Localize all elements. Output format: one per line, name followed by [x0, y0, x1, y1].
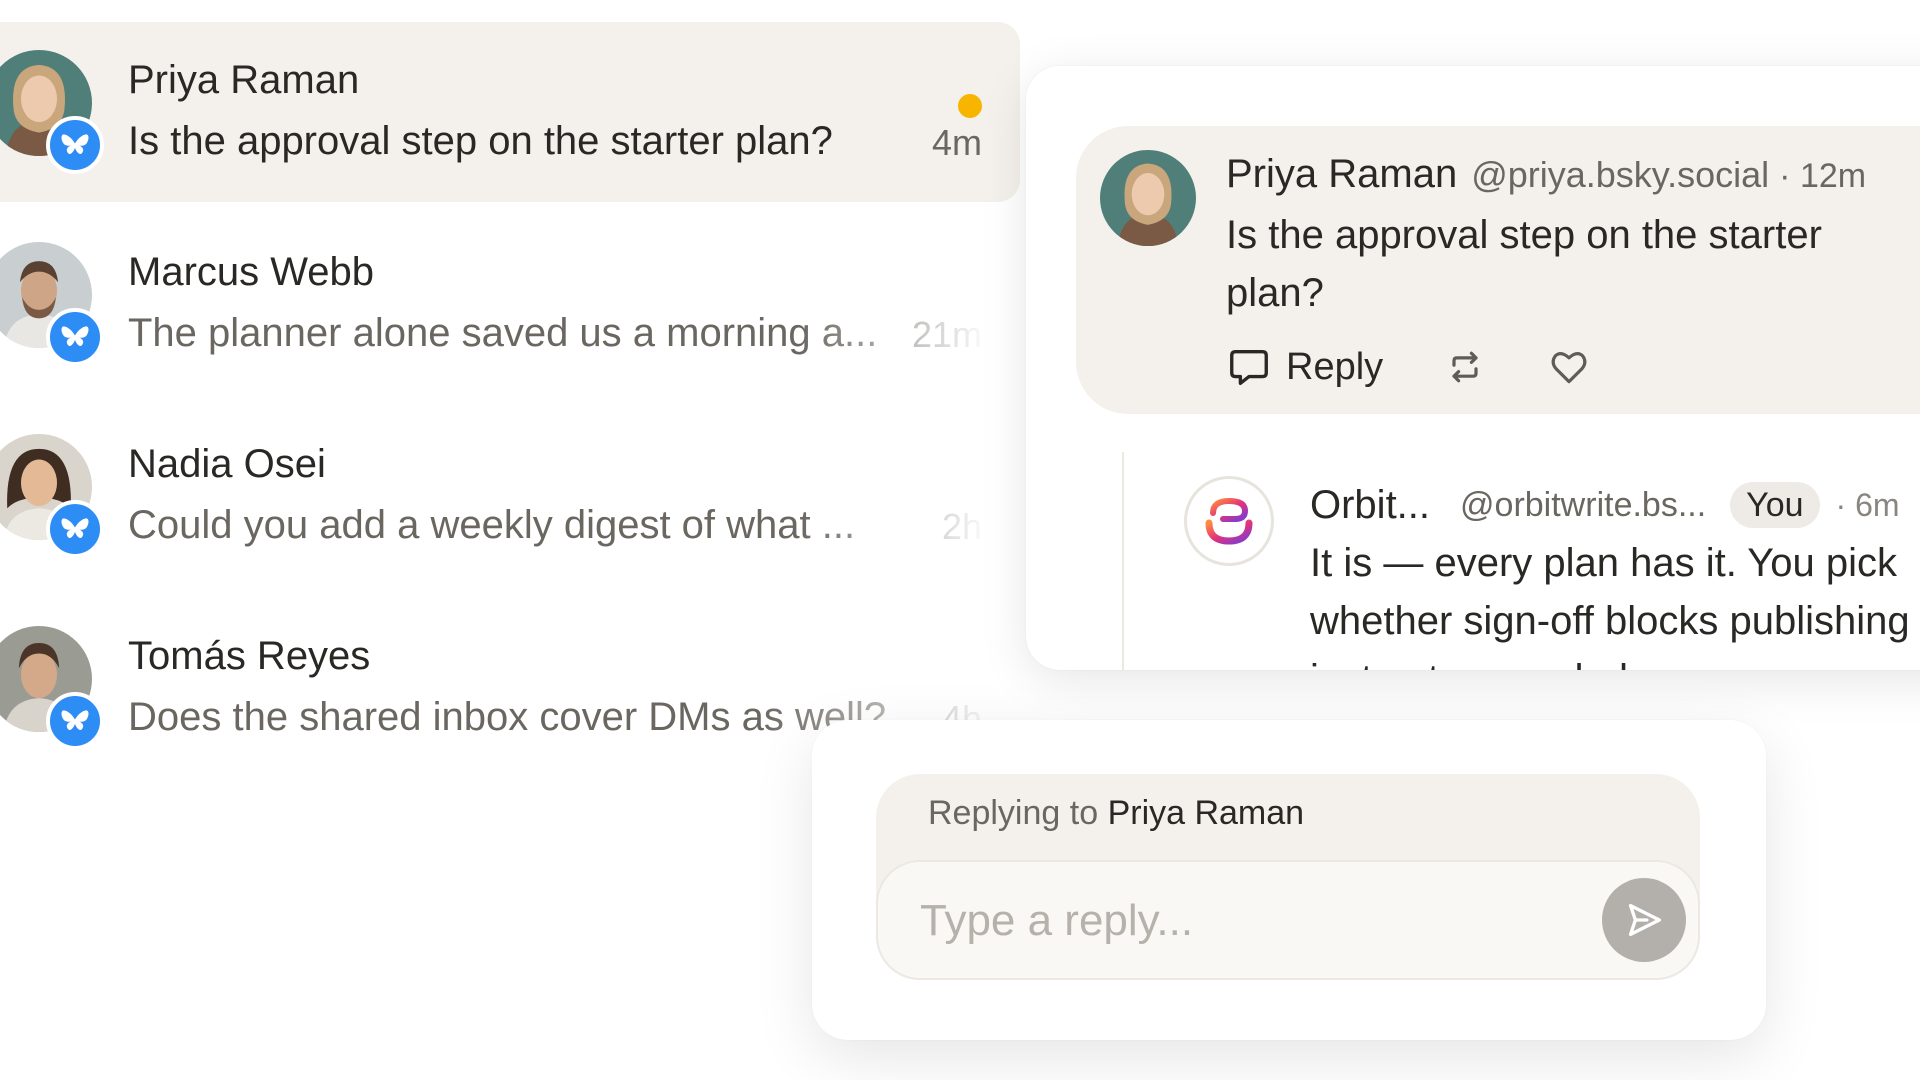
conversation-preview: Is the approval step on the starter plan… [128, 119, 833, 163]
reply-author-name[interactable]: Orbit... [1310, 483, 1430, 528]
composer-body: Replying to Priya Raman [876, 774, 1700, 980]
conversation-item-nadia-osei[interactable]: Nadia Osei Could you add a weekly digest… [0, 406, 1020, 586]
conversation-name: Tomás Reyes [128, 634, 371, 678]
bluesky-badge [46, 116, 104, 174]
unread-indicator [958, 94, 982, 118]
send-arrow-icon [1628, 903, 1662, 937]
reply-button-label: Reply [1286, 345, 1384, 388]
thread-connector [1122, 452, 1124, 670]
reply-text: It is — every plan has it. You pick whet… [1310, 541, 1920, 670]
conversation-preview: Could you add a weekly digest of what ..… [128, 503, 856, 547]
conversation-item-priya-raman[interactable]: Priya Raman Is the approval step on the … [0, 22, 1020, 202]
post-author-avatar[interactable] [1100, 150, 1196, 246]
conversation-list: Priya Raman Is the approval step on the … [0, 22, 1020, 790]
post-actions: Reply [1226, 344, 1591, 390]
post-author-handle[interactable]: @priya.bsky.social [1471, 154, 1769, 195]
conversation-name: Priya Raman [128, 58, 360, 102]
speech-bubble-icon [1230, 349, 1268, 385]
bluesky-badge [46, 308, 104, 366]
bluesky-butterfly-icon [59, 705, 91, 737]
post-header: Priya Raman @priya.bsky.social · 12m [1226, 152, 1866, 197]
heart-icon [1551, 352, 1587, 384]
conversation-time: 21m [911, 314, 982, 355]
reply-author-handle[interactable]: @orbitwrite.bs... [1460, 486, 1706, 525]
conversation-preview: Does the shared inbox cover DMs as well? [128, 695, 887, 739]
post-text: Is the approval step on the starter plan… [1226, 213, 1822, 315]
conversation-item-marcus-webb[interactable]: Marcus Webb The planner alone saved us a… [0, 214, 1020, 394]
orbit-logo-icon [1205, 497, 1253, 545]
bluesky-butterfly-icon [59, 513, 91, 545]
reply-input[interactable] [918, 880, 1562, 962]
replying-to-label: Replying to Priya Raman [928, 794, 1304, 833]
conversation-time: 2h [941, 506, 982, 547]
reply-button[interactable]: Reply [1226, 344, 1383, 390]
conversation-name: Marcus Webb [128, 250, 375, 294]
bluesky-butterfly-icon [59, 129, 91, 161]
conversation-name: Nadia Osei [128, 442, 326, 486]
bluesky-badge [46, 692, 104, 750]
reply-input-container [876, 860, 1700, 980]
orbitwrite-logo-avatar[interactable] [1184, 476, 1274, 566]
like-button[interactable] [1547, 345, 1591, 389]
replying-to-name: Priya Raman [1107, 794, 1305, 832]
bluesky-badge [46, 500, 104, 558]
reply-time: · 6m [1835, 486, 1900, 523]
repost-icon [1452, 351, 1478, 383]
post-author-name[interactable]: Priya Raman [1226, 152, 1457, 196]
replying-to-prefix: Replying to [928, 794, 1099, 832]
reply-header: Orbit... @orbitwrite.bs... You · 6m [1310, 482, 1900, 528]
conversation-preview: The planner alone saved us a morning a..… [128, 311, 878, 355]
bluesky-butterfly-icon [59, 321, 91, 353]
thread-panel: Priya Raman @priya.bsky.social · 12m Is th… [1026, 66, 1920, 670]
conversation-time: 4m [931, 122, 982, 163]
repost-button[interactable] [1443, 345, 1487, 389]
you-badge: You [1730, 482, 1820, 528]
original-post: Priya Raman @priya.bsky.social · 12m Is th… [1076, 126, 1920, 414]
post-time: · 12m [1779, 157, 1867, 195]
send-button[interactable] [1602, 878, 1686, 962]
reply-composer: Replying to Priya Raman [812, 720, 1766, 1040]
